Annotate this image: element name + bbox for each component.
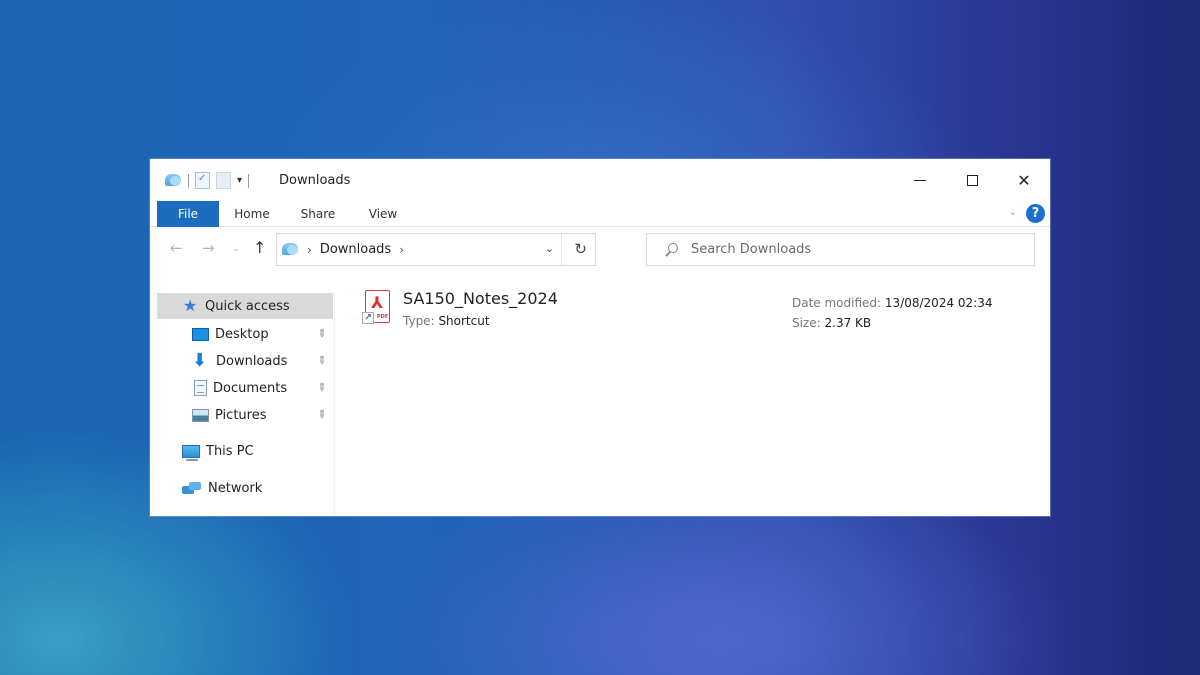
refresh-icon[interactable]: ↻ — [574, 240, 587, 258]
star-icon: ★ — [183, 296, 198, 315]
file-details: Date modified: 13/08/2024 02:34 Size: 2.… — [792, 293, 992, 333]
search-icon — [664, 242, 678, 257]
date-modified-value: 13/08/2024 02:34 — [884, 296, 993, 310]
maximize-icon — [966, 174, 978, 186]
tab-share[interactable]: Share — [296, 201, 340, 227]
ribbon-tabs: File Home Share View ⌄ ? — [150, 201, 1050, 227]
address-separator — [561, 234, 562, 265]
file-item[interactable]: ⅄ PDF ↗ SA150_Notes_2024 Type: Shortcut — [359, 287, 559, 331]
file-type: Type: Shortcut — [403, 314, 490, 328]
sidebar-item-documents[interactable]: Documents — [192, 375, 287, 401]
toolbar-separator — [188, 173, 189, 188]
file-explorer-window: ▾ Downloads ✕ File Home Share View ⌄ ? ←… — [150, 159, 1050, 516]
size-value: 2.37 KB — [824, 316, 872, 330]
window-title: Downloads — [279, 173, 351, 188]
size-row: Size: 2.37 KB — [792, 313, 992, 333]
search-box[interactable] — [646, 233, 1035, 266]
sidebar-item-downloads[interactable]: ⬇ Downloads — [192, 348, 287, 374]
sidebar-item-quick-access[interactable]: ★ Quick access — [157, 293, 333, 319]
folder-icon — [281, 242, 299, 258]
sidebar-item-pictures[interactable]: Pictures — [192, 402, 266, 428]
downloads-icon: ⬇ — [192, 350, 208, 371]
title-bar: ▾ Downloads ✕ — [150, 159, 1050, 201]
tab-file[interactable]: File — [157, 201, 219, 227]
this-pc-icon — [182, 444, 200, 461]
properties-icon[interactable] — [195, 172, 210, 189]
help-icon[interactable]: ? — [1026, 204, 1045, 223]
type-value: Shortcut — [438, 314, 490, 328]
sidebar-item-label: Quick access — [205, 298, 290, 314]
pictures-icon — [192, 408, 209, 422]
toolbar-separator — [248, 173, 250, 188]
new-folder-icon[interactable] — [216, 172, 231, 189]
sidebar-item-label: Documents — [213, 380, 288, 396]
breadcrumb-chevron-icon[interactable]: › — [307, 243, 312, 257]
up-button[interactable]: ↑ — [253, 238, 266, 257]
tab-view[interactable]: View — [363, 201, 403, 227]
shortcut-arrow-icon: ↗ — [362, 312, 374, 324]
pdf-logo-icon: ⅄ — [371, 293, 384, 312]
breadcrumb-chevron-icon[interactable]: › — [399, 243, 404, 257]
sidebar-item-desktop[interactable]: Desktop — [192, 321, 269, 347]
pin-icon: ✎ — [313, 325, 330, 342]
pdf-shortcut-icon: ⅄ PDF ↗ — [362, 290, 390, 326]
sidebar-item-this-pc[interactable]: This PC — [182, 438, 254, 464]
address-dropdown-icon[interactable]: ⌄ — [545, 242, 554, 255]
quick-access-toolbar: ▾ — [164, 172, 250, 189]
sidebar-item-network[interactable]: Network — [182, 475, 262, 501]
navigation-bar: ← → ⌄ ↑ › Downloads › ⌄ ↻ — [150, 231, 1050, 271]
customize-dropdown-icon[interactable]: ▾ — [237, 175, 242, 186]
forward-button[interactable]: → — [202, 239, 215, 257]
desktop-icon — [192, 327, 209, 341]
breadcrumb-downloads[interactable]: Downloads — [320, 242, 391, 257]
sidebar-item-label: This PC — [206, 443, 254, 459]
sidebar-item-label: Network — [208, 480, 263, 496]
folder-icon[interactable] — [164, 173, 182, 189]
tab-home[interactable]: Home — [228, 201, 276, 227]
back-button[interactable]: ← — [170, 239, 183, 257]
sidebar-item-label: Downloads — [216, 353, 288, 369]
date-modified-row: Date modified: 13/08/2024 02:34 — [792, 293, 992, 313]
sidebar-item-label: Desktop — [215, 326, 269, 342]
pin-icon: ✎ — [313, 379, 330, 396]
pin-icon: ✎ — [313, 352, 330, 369]
network-icon — [182, 481, 202, 495]
file-name: SA150_Notes_2024 — [403, 289, 558, 308]
maximize-button[interactable] — [946, 159, 998, 201]
date-modified-label: Date modified: — [792, 296, 882, 310]
navigation-pane: ★ Quick access Desktop ✎ ⬇ Downloads ✎ D… — [157, 293, 335, 516]
close-icon: ✕ — [1017, 170, 1031, 190]
close-button[interactable]: ✕ — [998, 159, 1050, 201]
pdf-label: PDF — [377, 314, 389, 320]
size-label: Size: — [792, 316, 821, 330]
expand-ribbon-icon[interactable]: ⌄ — [1009, 207, 1017, 218]
address-bar[interactable]: › Downloads › ⌄ ↻ — [276, 233, 596, 266]
minimize-button[interactable] — [894, 159, 946, 201]
minimize-icon — [914, 179, 926, 181]
type-label: Type: — [403, 314, 435, 328]
pin-icon: ✎ — [313, 406, 330, 423]
recent-locations-button[interactable]: ⌄ — [232, 244, 240, 254]
window-controls: ✕ — [894, 159, 1050, 201]
documents-icon — [194, 380, 207, 396]
sidebar-item-label: Pictures — [215, 407, 267, 423]
search-input[interactable] — [691, 242, 991, 257]
